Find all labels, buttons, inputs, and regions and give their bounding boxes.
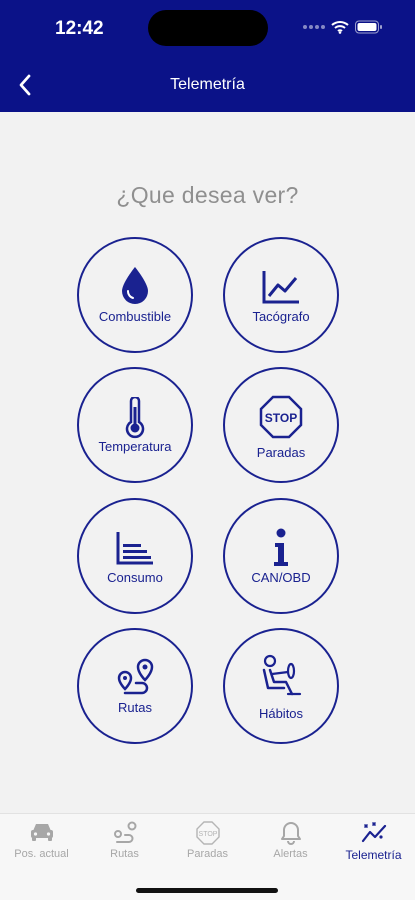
- tab-label: Pos. actual: [14, 848, 69, 860]
- tile-label: Consumo: [107, 570, 163, 585]
- tile-label: Combustible: [98, 309, 172, 324]
- svg-text:STOP: STOP: [265, 411, 297, 425]
- cellular-signal-icon: [303, 25, 325, 29]
- stop-sign-icon: STOP: [259, 395, 303, 439]
- battery-icon: [355, 20, 382, 34]
- thermometer-icon: [125, 397, 145, 439]
- tab-paradas[interactable]: STOP Paradas: [166, 814, 249, 870]
- line-chart-icon: [262, 271, 299, 304]
- prompt-heading: ¿Que desea ver?: [116, 182, 299, 208]
- tab-label: Telemetría: [345, 848, 402, 862]
- tile-label: CAN/OBD: [251, 570, 311, 585]
- wifi-icon: [331, 21, 349, 34]
- status-icons: [303, 20, 383, 34]
- tile-paradas[interactable]: STOP Paradas: [223, 367, 339, 483]
- fuel-drop-icon: [122, 267, 148, 304]
- tile-label: Rutas: [118, 700, 152, 715]
- tile-rutas[interactable]: Rutas: [77, 628, 193, 744]
- page-title: Telemetría: [170, 76, 245, 93]
- tile-label: Tacógrafo: [252, 309, 310, 324]
- tab-telemetria[interactable]: Telemetría: [332, 814, 415, 870]
- car-icon: [30, 824, 53, 841]
- route-icon: [117, 658, 154, 695]
- navigation-bar: Telemetría: [0, 62, 415, 108]
- tile-label: Paradas: [256, 445, 306, 460]
- driver-icon: [262, 654, 302, 696]
- stop-sign-icon: STOP: [195, 821, 220, 845]
- dynamic-island: [148, 10, 268, 46]
- tab-alertas[interactable]: Alertas: [249, 814, 332, 870]
- tab-label: Rutas: [110, 848, 139, 860]
- tile-temperatura[interactable]: Temperatura: [77, 367, 193, 483]
- info-icon: [274, 528, 288, 566]
- tile-can-obd[interactable]: CAN/OBD: [223, 498, 339, 614]
- svg-text:STOP: STOP: [198, 831, 217, 838]
- status-time: 12:42: [55, 18, 104, 39]
- bar-chart-icon: [116, 532, 153, 565]
- home-indicator: [136, 888, 278, 893]
- tile-combustible[interactable]: Combustible: [77, 237, 193, 353]
- app-header: 12:42 Telemetría: [0, 0, 415, 112]
- tab-rutas[interactable]: Rutas: [83, 814, 166, 870]
- tab-label: Alertas: [273, 848, 308, 860]
- tab-bar: Pos. actual Rutas STOP Paradas Alertas T…: [0, 813, 415, 900]
- tile-tacografo[interactable]: Tacógrafo: [223, 237, 339, 353]
- route-icon: [113, 821, 136, 843]
- tile-habitos[interactable]: Hábitos: [223, 628, 339, 744]
- tile-label: Hábitos: [258, 706, 304, 721]
- tile-consumo[interactable]: Consumo: [77, 498, 193, 614]
- tile-label: Temperatura: [98, 439, 172, 454]
- bell-icon: [280, 822, 301, 845]
- telemetry-icon: [361, 822, 386, 843]
- status-bar: 12:42: [0, 0, 415, 58]
- tab-pos-actual[interactable]: Pos. actual: [0, 814, 83, 870]
- tab-label: Paradas: [187, 848, 228, 860]
